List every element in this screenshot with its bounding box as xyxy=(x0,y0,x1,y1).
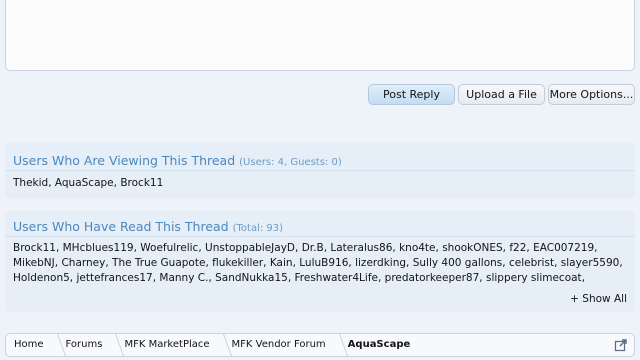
user-link[interactable]: RangerBlue381 xyxy=(92,287,173,288)
user-link[interactable]: SandNukka15 xyxy=(215,272,288,284)
user-link[interactable]: Woefulrelic xyxy=(140,242,198,254)
user-separator: , xyxy=(479,272,486,284)
user-link[interactable]: csaechao xyxy=(180,287,229,288)
breadcrumb-item[interactable]: MFK MarketPlace xyxy=(116,334,223,356)
user-link[interactable]: Owlfire xyxy=(236,287,273,288)
jump-to-icon[interactable] xyxy=(614,338,628,352)
viewing-users-heading: Users Who Are Viewing This Thread (Users:… xyxy=(13,153,342,168)
user-separator: , xyxy=(229,287,236,288)
user-link[interactable]: Sully 400 gallons xyxy=(413,257,503,269)
user-link[interactable]: Thekid xyxy=(13,177,48,189)
user-link[interactable]: kno4te xyxy=(399,242,435,254)
user-link[interactable]: freak78 xyxy=(535,287,575,288)
user-separator: , xyxy=(263,257,270,269)
user-link[interactable]: Brock11 xyxy=(13,242,56,254)
read-users-heading: Users Who Have Read This Thread (Total: 9… xyxy=(13,219,283,234)
reply-editor[interactable] xyxy=(5,0,635,71)
user-separator: , xyxy=(619,257,623,269)
user-separator: , xyxy=(502,257,509,269)
user-link[interactable]: MikebNJ xyxy=(13,257,55,269)
panel-divider xyxy=(5,170,635,171)
user-link[interactable]: Manny C. xyxy=(159,272,208,284)
user-separator: , xyxy=(48,177,55,189)
panel-divider xyxy=(5,236,635,237)
user-separator: , xyxy=(173,287,180,288)
breadcrumb-item[interactable]: MFK Vendor Forum xyxy=(224,334,340,356)
user-separator: , xyxy=(55,242,63,254)
read-users-list: Brock11, MHcblues119, Woefulrelic, Unsto… xyxy=(13,241,627,288)
user-link[interactable]: flukekiller xyxy=(212,257,263,269)
show-all-link[interactable]: + Show All xyxy=(570,293,627,305)
viewing-users-list: Thekid, AquaScape, Brock11 xyxy=(13,176,627,191)
user-link[interactable]: Freshwater4Life xyxy=(295,272,378,284)
user-link[interactable]: Holdenon5 xyxy=(13,272,70,284)
user-link[interactable]: f22 xyxy=(509,242,526,254)
user-separator: , xyxy=(58,287,65,288)
user-link[interactable]: Brock11 xyxy=(120,177,163,189)
user-link[interactable]: shookONES xyxy=(442,242,502,254)
viewing-users-count: (Users: 4, Guests: 0) xyxy=(239,157,342,168)
user-separator: , xyxy=(581,272,586,284)
user-separator: , xyxy=(287,272,295,284)
breadcrumb-item[interactable]: Forums xyxy=(58,334,117,356)
user-link[interactable]: predatorkeeper87 xyxy=(385,272,480,284)
user-link[interactable]: slippery slimecoat xyxy=(486,272,582,284)
user-separator: , xyxy=(406,257,413,269)
user-separator: , xyxy=(575,287,578,288)
user-link[interactable]: AquaScapeOnline xyxy=(279,287,372,288)
more-options-button[interactable]: More Options... xyxy=(548,84,635,105)
read-users-panel: Users Who Have Read This Thread (Total: 9… xyxy=(5,211,635,312)
user-link[interactable]: Leo1234 xyxy=(13,287,58,288)
user-link[interactable]: jettefrances17 xyxy=(76,272,152,284)
user-separator: , xyxy=(554,257,561,269)
user-link[interactable]: reddead38 xyxy=(471,287,528,288)
read-users-title: Users Who Have Read This Thread xyxy=(13,219,229,234)
breadcrumb-item[interactable]: Home xyxy=(6,334,58,356)
user-link[interactable]: AquaScape xyxy=(55,177,114,189)
user-link[interactable]: Kain xyxy=(270,257,293,269)
user-separator: , xyxy=(198,242,206,254)
user-link[interactable]: dat_tiger xyxy=(418,287,465,288)
breadcrumb-current[interactable]: AquaScape xyxy=(340,334,425,356)
user-link[interactable]: Charney xyxy=(61,257,105,269)
user-link[interactable]: Dr.B xyxy=(302,242,324,254)
user-separator: , xyxy=(377,272,385,284)
user-link[interactable]: celebrist xyxy=(509,257,554,269)
user-separator: , xyxy=(295,242,302,254)
user-separator: , xyxy=(594,242,598,254)
user-separator: , xyxy=(411,287,418,288)
user-link[interactable]: MHcblues119 xyxy=(63,242,134,254)
breadcrumb: Home Forums MFK MarketPlace MFK Vendor Foru… xyxy=(5,333,635,357)
viewing-users-panel: Users Who Are Viewing This Thread (Users:… xyxy=(5,143,635,199)
read-users-count: (Total: 93) xyxy=(232,223,284,234)
user-link[interactable]: lizerdking xyxy=(355,257,406,269)
user-link[interactable]: j-lor xyxy=(65,287,85,288)
user-link[interactable]: Lateralus86 xyxy=(330,242,392,254)
user-link[interactable]: The True Guapote xyxy=(112,257,205,269)
user-link[interactable]: EAC007219 xyxy=(533,242,594,254)
user-link[interactable]: Nicole xyxy=(379,287,411,288)
user-separator: , xyxy=(528,287,535,288)
viewing-users-title: Users Who Are Viewing This Thread xyxy=(13,153,236,168)
post-reply-button[interactable]: Post Reply xyxy=(368,84,455,105)
user-link[interactable]: UnstoppableJayD xyxy=(205,242,295,254)
upload-file-button[interactable]: Upload a File xyxy=(458,84,545,105)
user-link[interactable]: slayer5590 xyxy=(561,257,620,269)
user-separator: , xyxy=(372,287,379,288)
user-link[interactable]: LuluB916 xyxy=(299,257,348,269)
